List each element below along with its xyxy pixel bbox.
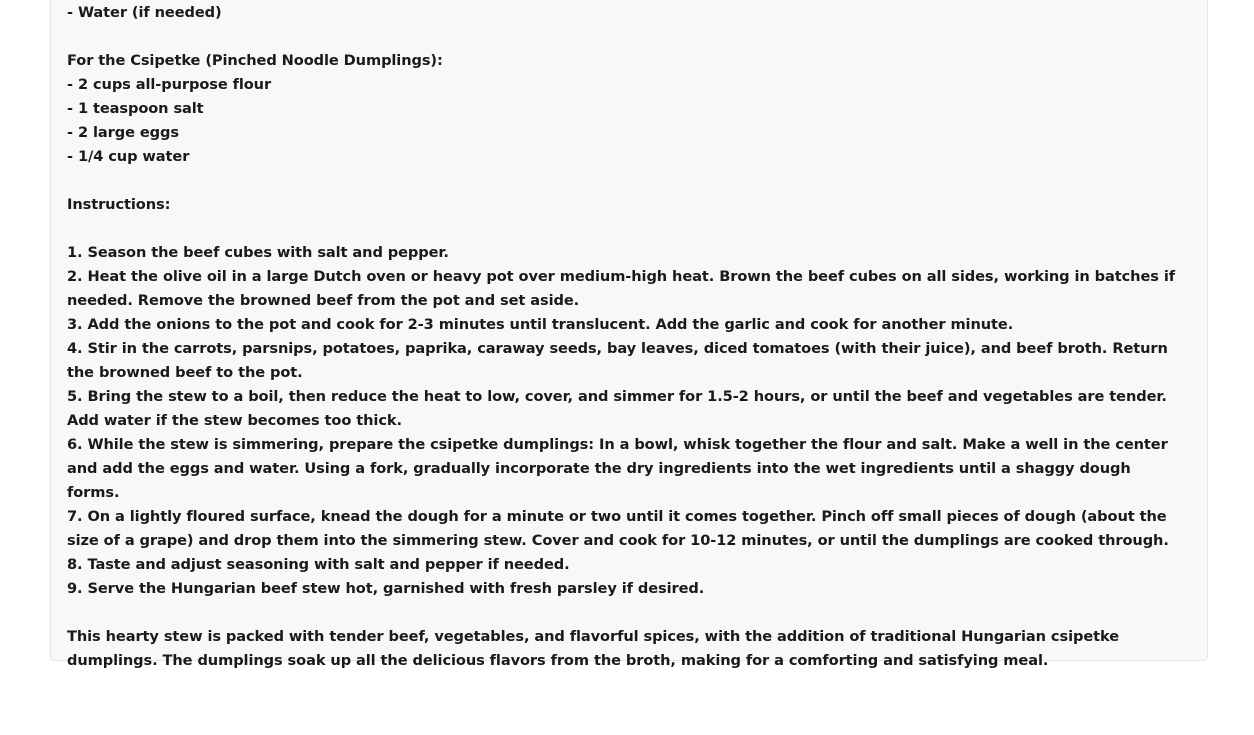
- instruction-step: 5. Bring the stew to a boil, then reduce…: [67, 388, 1172, 429]
- recipe-text: - Water (if needed) For the Csipetke (Pi…: [67, 1, 1187, 673]
- instruction-step: 1. Season the beef cubes with salt and p…: [67, 244, 449, 261]
- instruction-step: 2. Heat the olive oil in a large Dutch o…: [67, 268, 1180, 309]
- ingredient-item: - 2 cups all-purpose flour: [67, 76, 272, 93]
- ingredient-item: - 2 large eggs: [67, 124, 179, 141]
- ingredient-item: - 1 teaspoon salt: [67, 100, 204, 117]
- instruction-step: 9. Serve the Hungarian beef stew hot, ga…: [67, 580, 705, 597]
- instruction-step: 4. Stir in the carrots, parsnips, potato…: [67, 340, 1173, 381]
- ingredient-item: - Water (if needed): [67, 4, 222, 21]
- instruction-step: 3. Add the onions to the pot and cook fo…: [67, 316, 1014, 333]
- instruction-step: 6. While the stew is simmering, prepare …: [67, 436, 1173, 501]
- instruction-step: 7. On a lightly floured surface, knead t…: [67, 508, 1172, 549]
- closing-paragraph: This hearty stew is packed with tender b…: [67, 628, 1124, 669]
- recipe-message-card: - Water (if needed) For the Csipetke (Pi…: [50, 0, 1208, 669]
- ingredient-item: - 1/4 cup water: [67, 148, 190, 165]
- instructions-heading: Instructions:: [67, 196, 171, 213]
- instruction-step: 8. Taste and adjust seasoning with salt …: [67, 556, 570, 573]
- csipetke-heading: For the Csipetke (Pinched Noodle Dumplin…: [67, 52, 443, 69]
